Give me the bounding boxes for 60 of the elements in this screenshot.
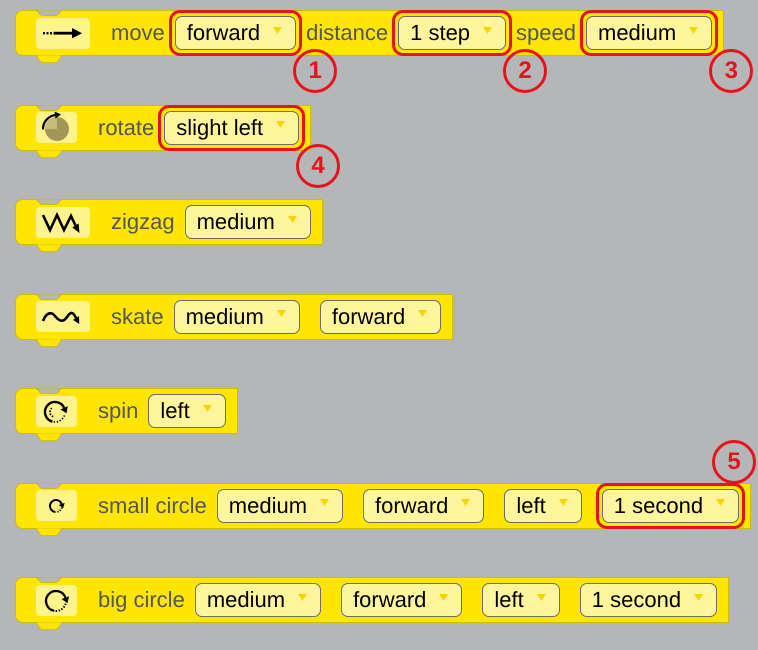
callout-marker: 1: [293, 49, 338, 93]
block-label: speed: [516, 22, 576, 44]
connector-tab: [36, 55, 62, 63]
block-label: rotate: [98, 116, 154, 138]
connector-tab: [36, 244, 62, 252]
connector-notch: [36, 199, 62, 205]
caret-icon: [536, 594, 546, 600]
dropdown[interactable]: left: [148, 394, 226, 428]
dropdown[interactable]: forward: [363, 488, 484, 522]
dropdown[interactable]: 1 step: [398, 16, 506, 50]
caret-icon: [418, 310, 428, 317]
block-label: move: [111, 22, 165, 44]
caret-icon: [273, 26, 282, 34]
caret-icon: [276, 121, 286, 128]
callout-marker: 5: [712, 440, 756, 484]
block-label: spin: [98, 400, 138, 422]
caret-icon: [276, 310, 286, 317]
caret-icon: [461, 499, 470, 506]
block-label: distance: [306, 22, 388, 44]
callout-marker: 2: [503, 49, 548, 93]
connector-notch: [36, 577, 62, 583]
dropdown[interactable]: medium: [586, 16, 712, 50]
caret-icon: [439, 594, 448, 600]
dropdown[interactable]: slight left: [164, 110, 300, 144]
dropdown[interactable]: forward: [341, 583, 462, 617]
connector-tab: [36, 150, 62, 158]
connector-tab: [36, 622, 62, 630]
connector-notch: [36, 104, 62, 110]
caret-icon: [483, 26, 492, 34]
callout-marker: 4: [296, 144, 340, 188]
connector-notch: [36, 482, 62, 488]
connector-notch: [36, 388, 62, 394]
caret-icon: [320, 499, 330, 506]
caret-icon: [558, 499, 568, 506]
connector-notch: [36, 10, 62, 16]
dropdown[interactable]: forward: [174, 16, 296, 50]
dropdown[interactable]: 1 second: [602, 488, 740, 522]
connector-notch: [36, 294, 62, 300]
caret-icon: [202, 404, 212, 412]
connector-tab: [36, 528, 62, 536]
caret-icon: [298, 594, 308, 600]
dropdown[interactable]: left: [482, 583, 560, 617]
dropdown[interactable]: medium: [184, 205, 311, 239]
dropdown[interactable]: medium: [194, 583, 322, 617]
dropdown[interactable]: 1 second: [580, 583, 718, 617]
caret-icon: [689, 26, 698, 34]
dropdown[interactable]: left: [504, 488, 582, 522]
block-label: big circle: [98, 589, 185, 611]
connector-tab: [36, 433, 62, 441]
dropdown[interactable]: medium: [216, 488, 344, 522]
connector-tab: [36, 338, 62, 346]
block-label: zigzag: [111, 211, 175, 233]
caret-icon: [694, 594, 704, 600]
block-label: small circle: [98, 494, 207, 516]
callout-marker: 3: [709, 49, 754, 93]
dropdown[interactable]: medium: [174, 300, 300, 334]
caret-icon: [288, 216, 297, 222]
caret-icon: [716, 499, 726, 506]
block-label: skate: [111, 306, 164, 328]
dropdown[interactable]: forward: [320, 300, 442, 334]
